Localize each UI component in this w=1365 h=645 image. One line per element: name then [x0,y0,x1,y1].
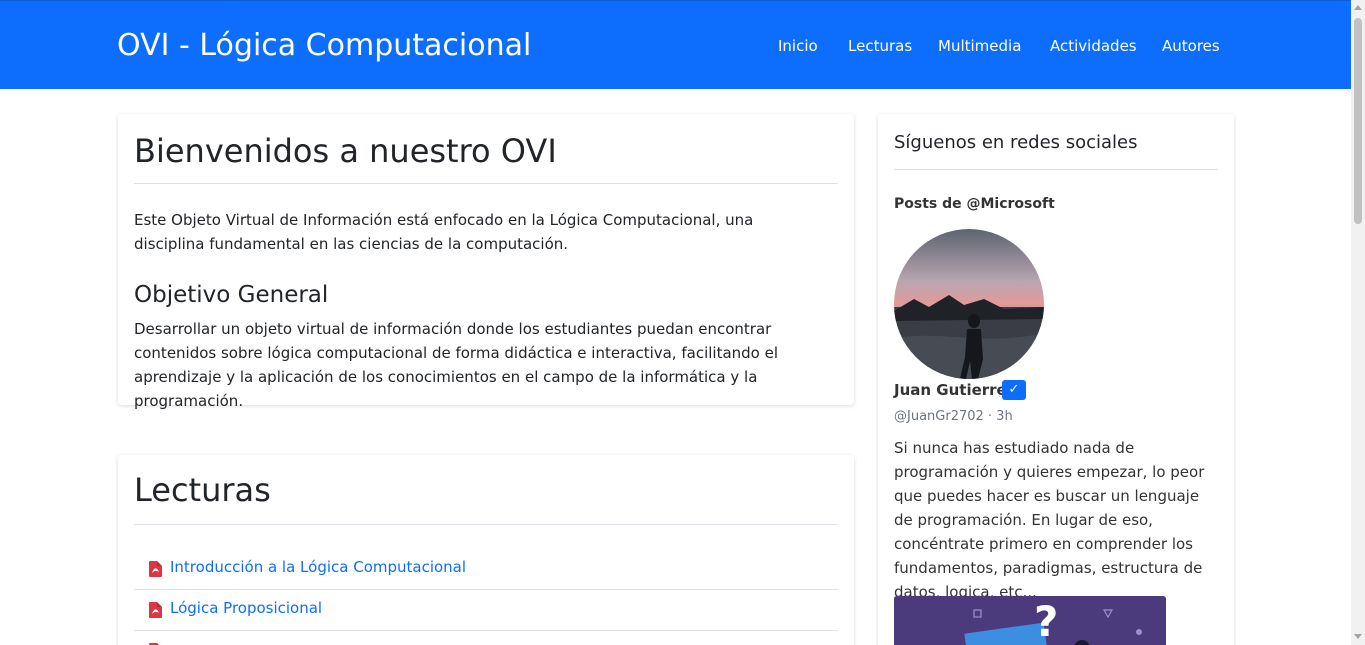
objective-text: Desarrollar un objeto virtual de informa… [134,320,779,410]
scroll-thumb[interactable] [1354,18,1362,224]
social-sidebar: Síguenos en redes sociales Posts de @Mic… [878,114,1234,645]
nav-link-multimedia[interactable]: Multimedia [938,37,1021,55]
lecturas-card: Lecturas Introducción a la Lógica Comput… [118,455,854,645]
divider [134,183,838,184]
welcome-intro: Este Objeto Virtual de Información está … [134,211,754,253]
list-item [134,631,838,645]
top-navbar: OVI - Lógica Computacional Inicio Lectur… [0,0,1351,89]
list-item: Lógica Proposicional [134,590,838,631]
post-image[interactable]: ? [894,596,1166,645]
avatar[interactable] [894,229,1044,379]
scroll-up-icon[interactable] [1354,5,1362,10]
lectura-link[interactable]: Lógica Proposicional [170,599,322,617]
site-brand[interactable]: OVI - Lógica Computacional [117,28,531,63]
welcome-card: Bienvenidos a nuestro OVI Este Objeto Vi… [118,114,854,410]
page-scrollbar[interactable] [1351,0,1365,645]
sidebar-title: Síguenos en redes sociales [894,132,1138,153]
posts-heading[interactable]: Posts de @Microsoft [894,196,1055,212]
post-author[interactable]: Juan Gutierrez [894,381,1015,399]
verified-icon: ✓ [1002,380,1026,400]
svg-text:?: ? [1034,597,1058,645]
nav-link-lecturas[interactable]: Lecturas [848,37,912,55]
list-item: Introducción a la Lógica Computacional [134,549,838,590]
objective-title: Objetivo General [134,282,329,308]
welcome-title: Bienvenidos a nuestro OVI [134,132,557,170]
divider [894,169,1218,170]
post-handle[interactable]: @JuanGr2702 · 3h [894,409,1013,424]
pdf-icon [149,602,162,618]
nav-link-actividades[interactable]: Actividades [1050,37,1137,55]
nav-link-autores[interactable]: Autores [1162,37,1220,55]
scroll-down-icon[interactable] [1354,634,1362,639]
nav-link-inicio[interactable]: Inicio [778,37,818,55]
lecturas-title: Lecturas [134,471,271,509]
post-text: Si nunca has estudiado nada de programac… [894,439,1205,601]
lectura-link[interactable]: Introducción a la Lógica Computacional [170,558,466,576]
divider [134,524,838,525]
pdf-icon [149,561,162,577]
